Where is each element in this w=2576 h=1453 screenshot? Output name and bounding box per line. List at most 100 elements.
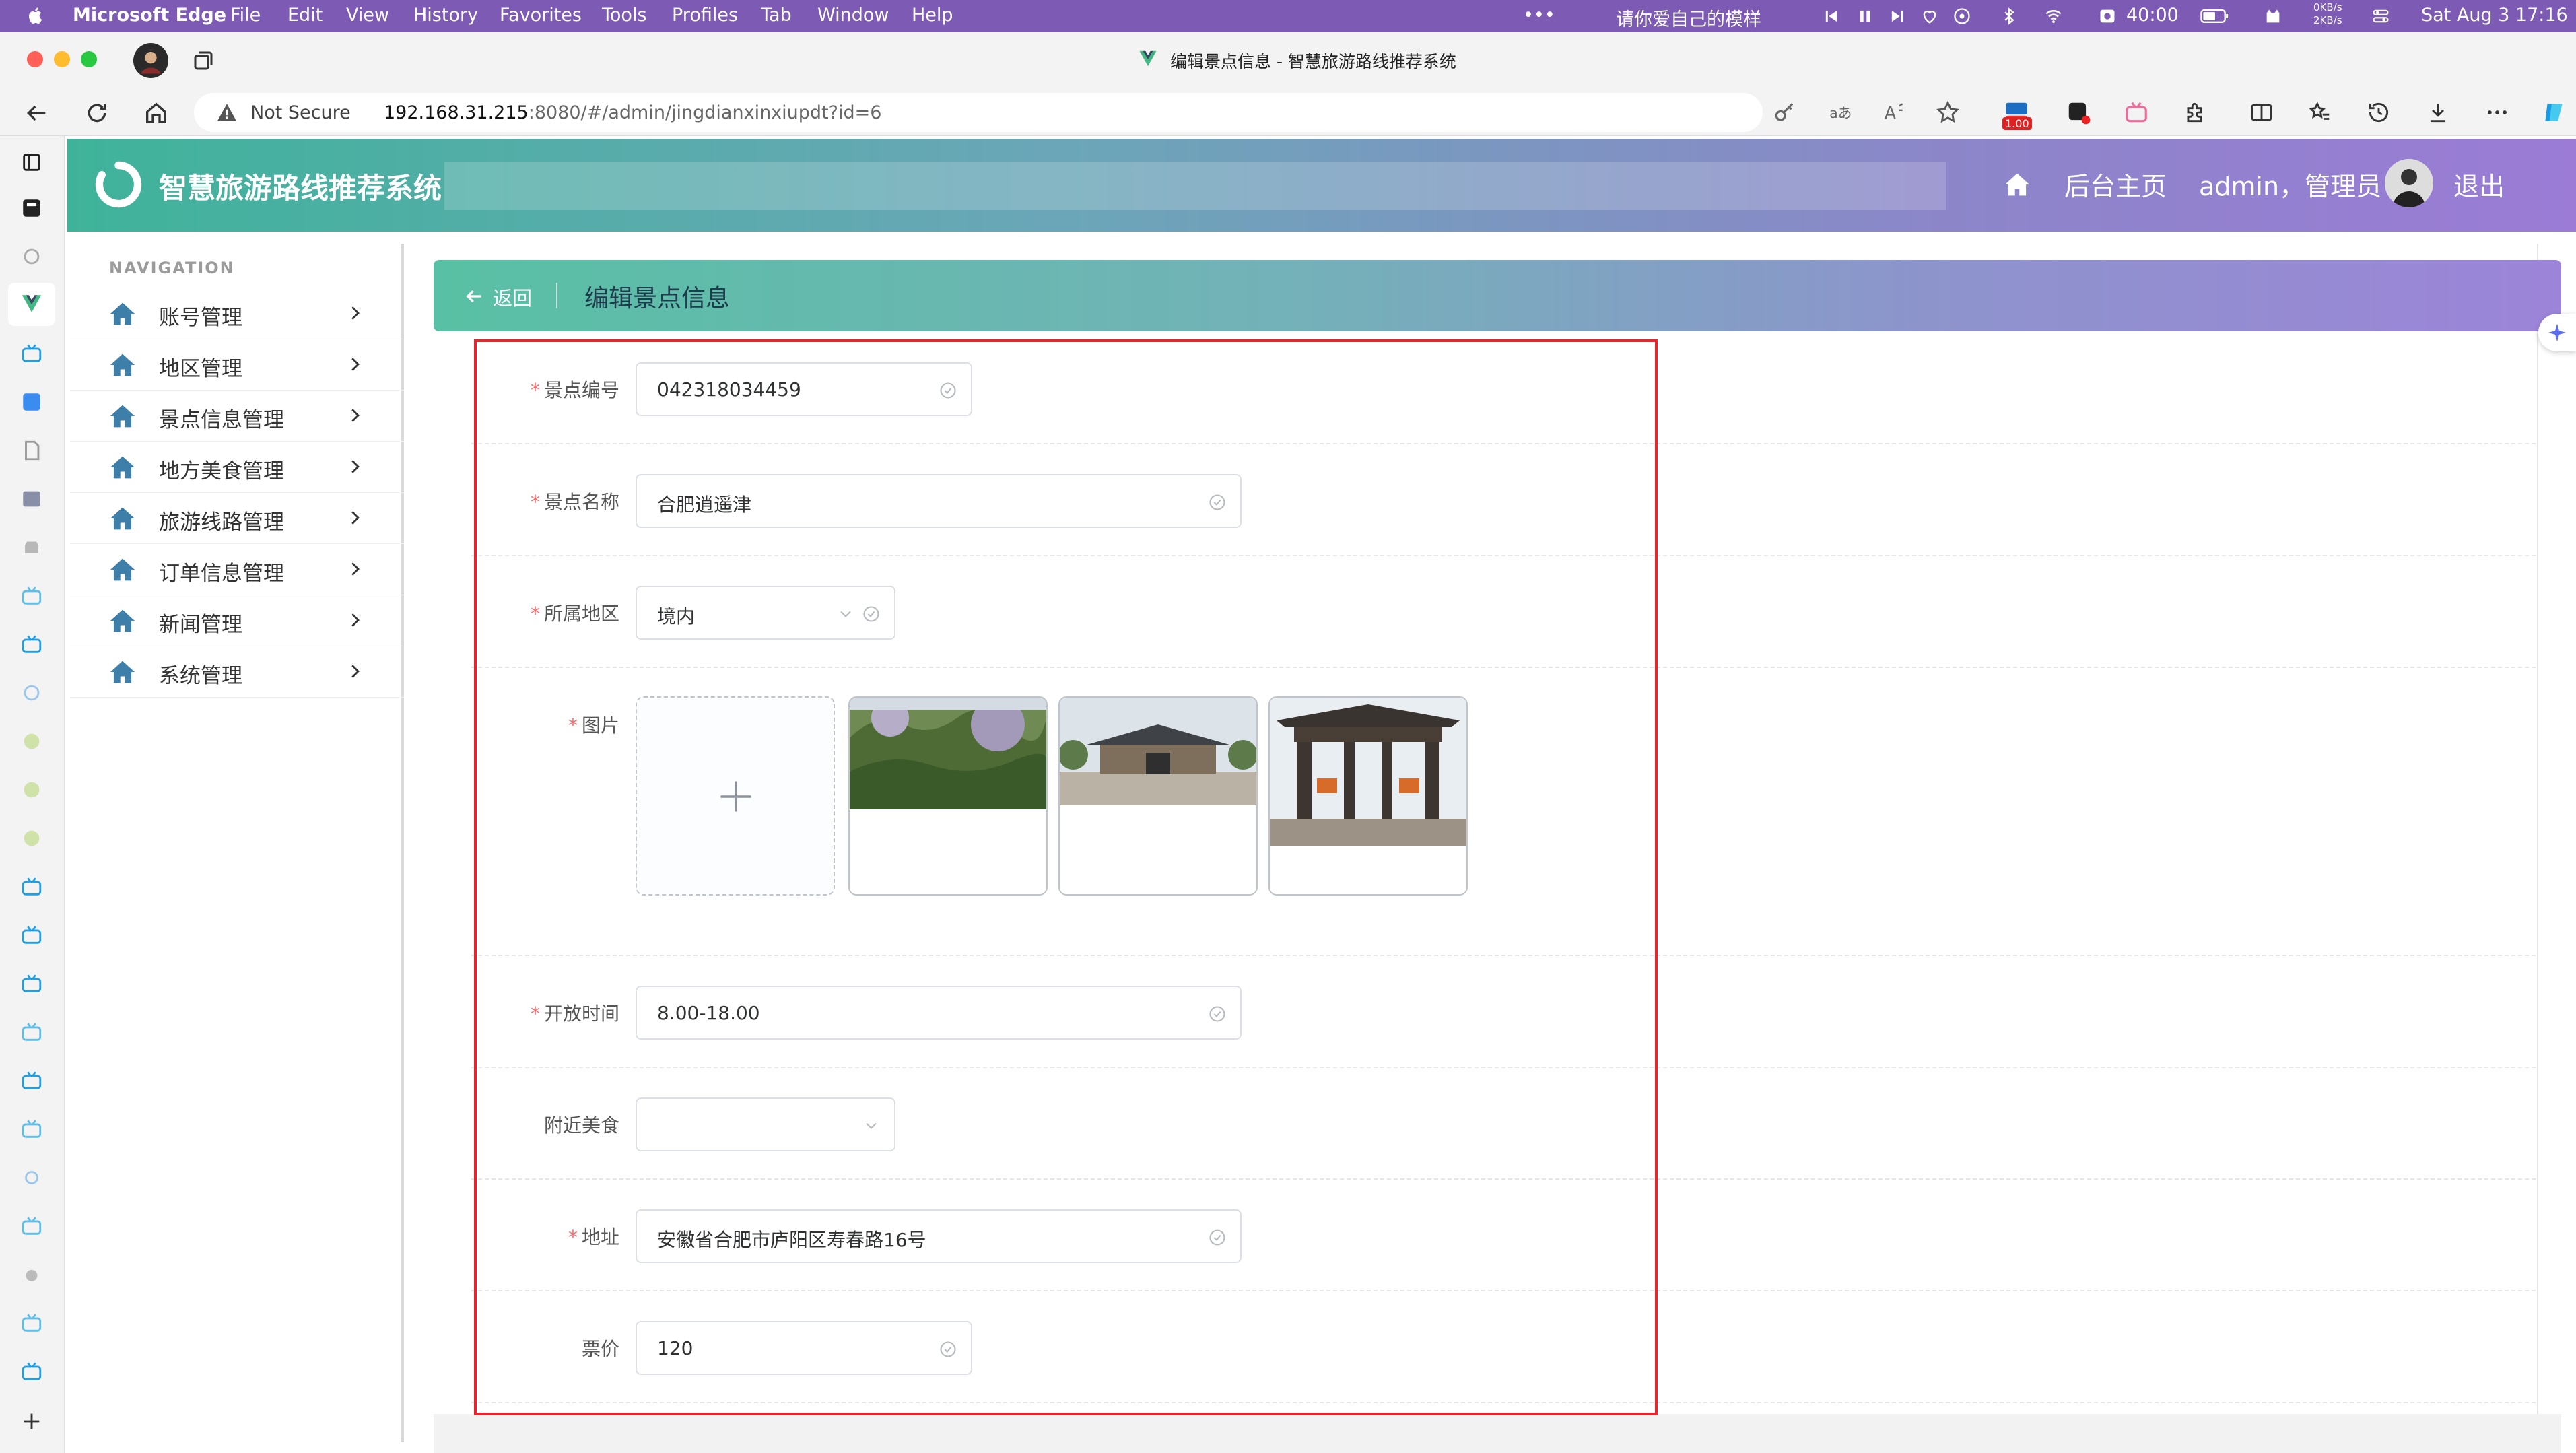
home-icon[interactable] bbox=[2004, 172, 2031, 197]
tab-favicon-bilibili-icon[interactable] bbox=[20, 1215, 43, 1238]
extension-adblock-icon[interactable] bbox=[2066, 100, 2091, 125]
timer-icon[interactable] bbox=[2098, 7, 2117, 26]
music-app-icon[interactable] bbox=[1953, 7, 1971, 26]
tab-favicon-vue-icon[interactable] bbox=[20, 292, 43, 315]
back-button[interactable]: 返回 bbox=[493, 283, 532, 311]
tab-favicon-bilibili-icon[interactable] bbox=[20, 342, 43, 365]
split-screen-icon[interactable] bbox=[2249, 100, 2274, 125]
favorites-list-icon[interactable] bbox=[2307, 100, 2332, 125]
menu-favorites[interactable]: Favorites bbox=[500, 5, 582, 26]
menu-window[interactable]: Window bbox=[817, 5, 889, 26]
bluetooth-icon[interactable] bbox=[2000, 7, 2019, 26]
hours-input[interactable]: 8.00-18.00 bbox=[636, 986, 1242, 1040]
back-icon[interactable] bbox=[23, 100, 50, 127]
apple-icon[interactable] bbox=[26, 5, 46, 26]
image-thumbnail-2[interactable] bbox=[1058, 696, 1258, 896]
key-icon[interactable] bbox=[1772, 100, 1798, 125]
sidebar-item-local-food[interactable]: 地方美食管理 bbox=[70, 442, 404, 493]
sidebar-item-attractions[interactable]: 景点信息管理 bbox=[70, 391, 404, 442]
tab-favicon-bilibili-icon[interactable] bbox=[20, 1021, 43, 1044]
security-status[interactable]: Not Secure bbox=[250, 102, 351, 123]
tab-favicon-weather-icon[interactable] bbox=[20, 730, 43, 753]
menu-view[interactable]: View bbox=[346, 5, 389, 26]
profile-avatar-icon[interactable] bbox=[133, 43, 168, 78]
translate-icon[interactable]: aあ bbox=[1827, 100, 1853, 125]
tab-favicon-android-icon[interactable] bbox=[20, 536, 43, 559]
cat-app-icon[interactable] bbox=[2264, 7, 2282, 26]
warning-icon[interactable] bbox=[215, 101, 238, 124]
next-track-icon[interactable] bbox=[1888, 7, 1907, 26]
tab-favicon-bilibili-icon[interactable] bbox=[20, 1118, 43, 1141]
menubar-clock[interactable]: Sat Aug 3 17:16 bbox=[2421, 5, 2568, 26]
menu-edit[interactable]: Edit bbox=[287, 5, 323, 26]
menubar-more[interactable]: ••• bbox=[1523, 5, 1555, 26]
arrow-left-icon[interactable] bbox=[463, 285, 485, 307]
menu-tab[interactable]: Tab bbox=[761, 5, 792, 26]
tab-favicon-weather-icon[interactable] bbox=[20, 778, 43, 801]
control-center-icon[interactable] bbox=[2371, 7, 2390, 26]
tab-favicon-bilibili-icon[interactable] bbox=[20, 972, 43, 995]
sidebar-item-news[interactable]: 新闻管理 bbox=[70, 595, 404, 646]
tab-actions-icon[interactable] bbox=[191, 48, 215, 73]
tab-favicon-bilibili-icon[interactable] bbox=[20, 1360, 43, 1383]
food-select[interactable] bbox=[636, 1097, 895, 1151]
window-minimize-button[interactable] bbox=[54, 51, 70, 67]
sidebar-item-orders[interactable]: 订单信息管理 bbox=[70, 544, 404, 595]
tab-favicon-news-icon[interactable] bbox=[20, 487, 43, 510]
code-input[interactable]: 042318034459 bbox=[636, 362, 972, 416]
image-thumbnail-3[interactable] bbox=[1268, 696, 1468, 896]
image-upload-button[interactable] bbox=[636, 696, 835, 896]
menu-file[interactable]: File bbox=[230, 5, 261, 26]
image-thumbnail-1[interactable] bbox=[848, 696, 1048, 896]
menu-history[interactable]: History bbox=[413, 5, 478, 26]
favorite-star-icon[interactable] bbox=[1935, 100, 1961, 125]
sidebar-item-regions[interactable]: 地区管理 bbox=[70, 339, 404, 391]
tab-panel-icon[interactable] bbox=[20, 151, 43, 174]
window-close-button[interactable] bbox=[27, 51, 43, 67]
refresh-icon[interactable] bbox=[83, 100, 110, 127]
app-menu-title[interactable]: Microsoft Edge bbox=[73, 5, 226, 26]
tab-favicon-bilibili-icon[interactable] bbox=[20, 584, 43, 607]
tab-favicon-notion-icon[interactable] bbox=[20, 197, 43, 219]
timer-label[interactable]: 40:00 bbox=[2126, 5, 2179, 26]
tab-favicon-bilibili-icon[interactable] bbox=[20, 875, 43, 898]
downloads-icon[interactable] bbox=[2425, 100, 2451, 125]
now-playing-title[interactable]: 请你爱自己的模样 bbox=[1616, 5, 1761, 31]
new-tab-plus-icon[interactable] bbox=[20, 1410, 43, 1433]
price-input[interactable]: 120 bbox=[636, 1321, 972, 1375]
assistant-bubble[interactable] bbox=[2538, 314, 2576, 351]
tab-favicon-flower-icon[interactable] bbox=[20, 1166, 43, 1189]
active-tab-title[interactable]: 编辑景点信息 - 智慧旅游路线推荐系统 bbox=[1170, 48, 1456, 73]
window-zoom-button[interactable] bbox=[81, 51, 97, 67]
tab-favicon-bilibili-icon[interactable] bbox=[20, 633, 43, 656]
avatar[interactable] bbox=[2385, 159, 2433, 207]
menu-help[interactable]: Help bbox=[912, 5, 953, 26]
extension-bilibili-icon[interactable] bbox=[2124, 100, 2149, 125]
menu-tools[interactable]: Tools bbox=[602, 5, 647, 26]
region-select[interactable]: 境内 bbox=[636, 586, 895, 640]
previous-track-icon[interactable] bbox=[1822, 7, 1841, 26]
extensions-puzzle-icon[interactable] bbox=[2183, 100, 2208, 125]
sidebar-item-system[interactable]: 系统管理 bbox=[70, 646, 404, 698]
read-aloud-icon[interactable]: A bbox=[1881, 100, 1907, 125]
url-text[interactable]: 192.168.31.215:8080/#/admin/jingdianxinx… bbox=[384, 102, 881, 123]
tab-favicon-zhihu-icon[interactable] bbox=[20, 391, 43, 413]
brand-title[interactable]: 智慧旅游路线推荐系统 bbox=[159, 166, 442, 207]
tab-favicon-doc-icon[interactable] bbox=[20, 439, 43, 462]
sidebar-item-accounts[interactable]: 账号管理 bbox=[70, 288, 404, 339]
logout-link[interactable]: 退出 bbox=[2453, 166, 2505, 203]
home-icon[interactable] bbox=[143, 100, 170, 127]
heart-icon[interactable] bbox=[1920, 7, 1939, 26]
tab-favicon-bilibili-icon[interactable] bbox=[20, 924, 43, 947]
wifi-icon[interactable] bbox=[2044, 7, 2063, 26]
battery-icon[interactable] bbox=[2200, 7, 2230, 26]
address-input[interactable]: 安徽省合肥市庐阳区寿春路16号 bbox=[636, 1209, 1242, 1263]
more-options-icon[interactable] bbox=[2484, 100, 2510, 125]
tab-favicon-apple-icon[interactable] bbox=[20, 1263, 43, 1286]
tab-favicon-bilibili-icon[interactable] bbox=[20, 1069, 43, 1092]
name-input[interactable]: 合肥逍遥津 bbox=[636, 474, 1242, 528]
tab-favicon-bilibili-icon[interactable] bbox=[20, 1312, 43, 1334]
tab-favicon-globe-icon[interactable] bbox=[20, 681, 43, 704]
copilot-icon[interactable] bbox=[2541, 100, 2567, 125]
pause-icon[interactable] bbox=[1856, 7, 1874, 26]
